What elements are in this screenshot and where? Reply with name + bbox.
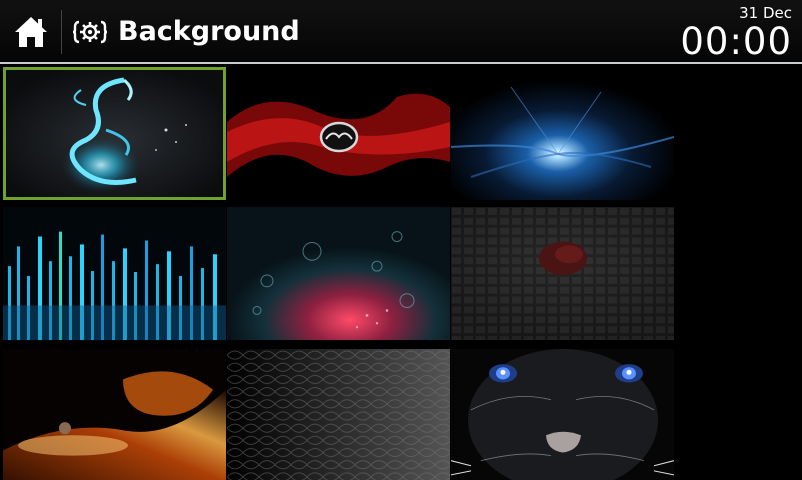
panther-image <box>451 349 674 480</box>
wallpaper-black-leather[interactable] <box>227 349 450 480</box>
wallpaper-dragon[interactable] <box>3 67 226 200</box>
red-bubbles-image <box>227 207 450 340</box>
dark-cubes-image <box>451 207 674 340</box>
wallpaper-blue-light-bars[interactable] <box>3 207 226 340</box>
clock-label: 00:00 <box>680 20 792 63</box>
wallpaper-blue-starburst[interactable] <box>451 67 674 200</box>
wallpaper-grid <box>0 65 680 480</box>
fiery-sky-image <box>3 349 226 480</box>
blue-starburst-image <box>451 67 674 200</box>
wallpaper-panther[interactable] <box>451 349 674 480</box>
settings-gear-icon <box>70 16 110 48</box>
wallpaper-red-bubbles[interactable] <box>227 207 450 340</box>
header-divider <box>61 10 62 54</box>
dragon-image <box>6 70 223 197</box>
wallpaper-mazda-logo[interactable] <box>227 67 450 200</box>
header-bar: Background 31 Dec 00:00 <box>0 0 802 64</box>
home-icon <box>15 17 47 47</box>
home-button[interactable] <box>4 4 58 60</box>
page-title: Background <box>118 16 300 47</box>
black-leather-image <box>227 349 450 480</box>
blue-light-bars-image <box>3 207 226 340</box>
mazda-logo-image <box>227 67 450 200</box>
wallpaper-fiery-sky[interactable] <box>3 349 226 480</box>
background-settings-screen: Background 31 Dec 00:00 <box>0 0 802 480</box>
wallpaper-dark-cubes[interactable] <box>451 207 674 340</box>
